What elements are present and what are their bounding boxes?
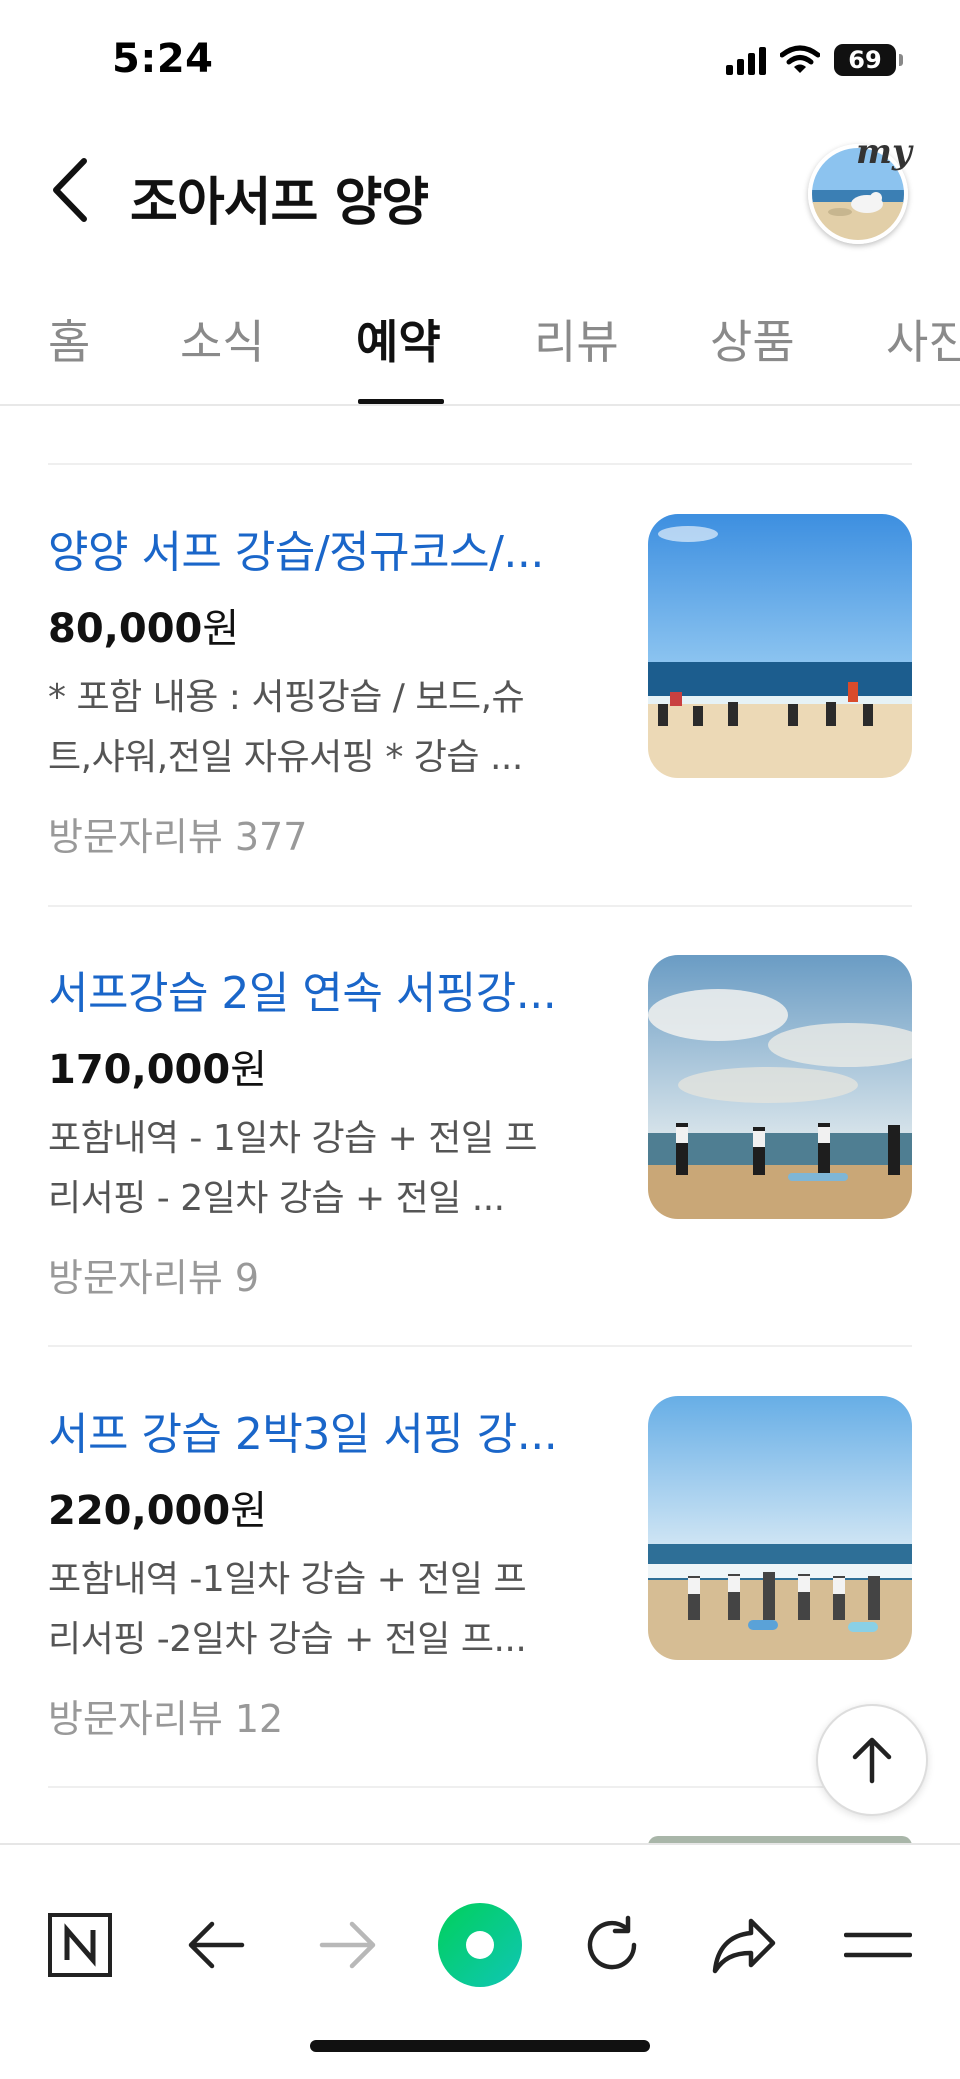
scroll-to-top-button[interactable] [816, 1704, 928, 1816]
refresh-button[interactable] [562, 1895, 662, 1995]
list-divider [48, 463, 912, 465]
visitor-review-count: 방문자리뷰 377 [48, 815, 308, 859]
battery-icon: 69 [834, 44, 903, 76]
tab-news[interactable]: 소식 [180, 306, 265, 372]
back-button[interactable] [40, 150, 100, 230]
product-thumbnail[interactable] [648, 955, 912, 1219]
refresh-icon [587, 1915, 637, 1970]
home-indicator [310, 2040, 650, 2052]
tab-photos[interactable]: 사진 [886, 306, 960, 372]
product-title[interactable]: 서프 강습 2박3일 서핑 강... [48, 1398, 608, 1462]
browser-back-button[interactable] [166, 1895, 266, 1995]
header: 조아서프 양양 my [0, 130, 960, 250]
visitor-review-count: 방문자리뷰 9 [48, 1256, 260, 1300]
product-price: 220,000원 [48, 1488, 267, 1534]
tab-bar: 홈 소식 예약 리뷰 상품 사진 [0, 290, 960, 406]
cellular-signal-icon [726, 45, 766, 75]
product-item[interactable]: 양양 서프 강습/정규코스/... 80,000원 * 포함 내용 : 서핑강습… [48, 514, 912, 859]
menu-button[interactable] [828, 1895, 928, 1995]
tab-reviews[interactable]: 리뷰 [534, 306, 619, 372]
status-icons: 69 [726, 44, 903, 76]
list-divider [48, 1345, 912, 1347]
wifi-icon [780, 45, 820, 73]
product-price: 80,000원 [48, 606, 240, 652]
page-title: 조아서프 양양 [130, 173, 429, 233]
product-item[interactable]: 서프강습 2일 연속 서핑강... 170,000원 포함내역 - 1일차 강습… [48, 955, 912, 1300]
tab-home[interactable]: 홈 [48, 306, 90, 372]
arrow-up-icon [852, 1737, 892, 1784]
chevron-left-icon [53, 158, 87, 222]
tab-booking[interactable]: 예약 [356, 306, 441, 372]
product-thumbnail[interactable] [648, 1396, 912, 1660]
status-time: 5:24 [112, 36, 214, 82]
list-divider [48, 1786, 912, 1788]
menu-icon [844, 1932, 912, 1958]
naver-home-icon [48, 1913, 112, 1977]
product-title[interactable]: 양양 서프 강습/정규코스/... [48, 516, 608, 580]
status-bar: 5:24 69 [0, 0, 960, 120]
forward-arrow-icon [319, 1921, 376, 1969]
my-badge: my [856, 132, 912, 172]
product-description: 포함내역 - 1일차 강습 + 전일 프 리서핑 - 2일차 강습 + 전일 .… [48, 1118, 538, 1219]
browser-forward-button[interactable] [298, 1895, 398, 1995]
active-tab-indicator [358, 399, 444, 404]
naver-home-button[interactable] [30, 1895, 130, 1995]
green-dot-button[interactable] [430, 1895, 530, 1995]
product-title[interactable]: 서프강습 2일 연속 서핑강... [48, 957, 608, 1021]
share-icon [712, 1918, 776, 1974]
tab-products[interactable]: 상품 [710, 306, 795, 372]
product-thumbnail[interactable] [648, 514, 912, 778]
product-price: 170,000원 [48, 1047, 267, 1093]
green-dot-icon [438, 1903, 522, 1987]
product-item[interactable]: 서프 강습 2박3일 서핑 강... 220,000원 포함내역 -1일차 강습… [48, 1396, 912, 1741]
back-arrow-icon [188, 1921, 245, 1969]
product-description: * 포함 내용 : 서핑강습 / 보드,슈 트,샤워,전일 자유서핑 * 강습 … [48, 677, 525, 778]
list-divider [48, 905, 912, 907]
visitor-review-count: 방문자리뷰 12 [48, 1697, 284, 1741]
share-button[interactable] [694, 1895, 794, 1995]
product-description: 포함내역 -1일차 강습 + 전일 프 리서핑 -2일차 강습 + 전일 프..… [48, 1559, 527, 1660]
